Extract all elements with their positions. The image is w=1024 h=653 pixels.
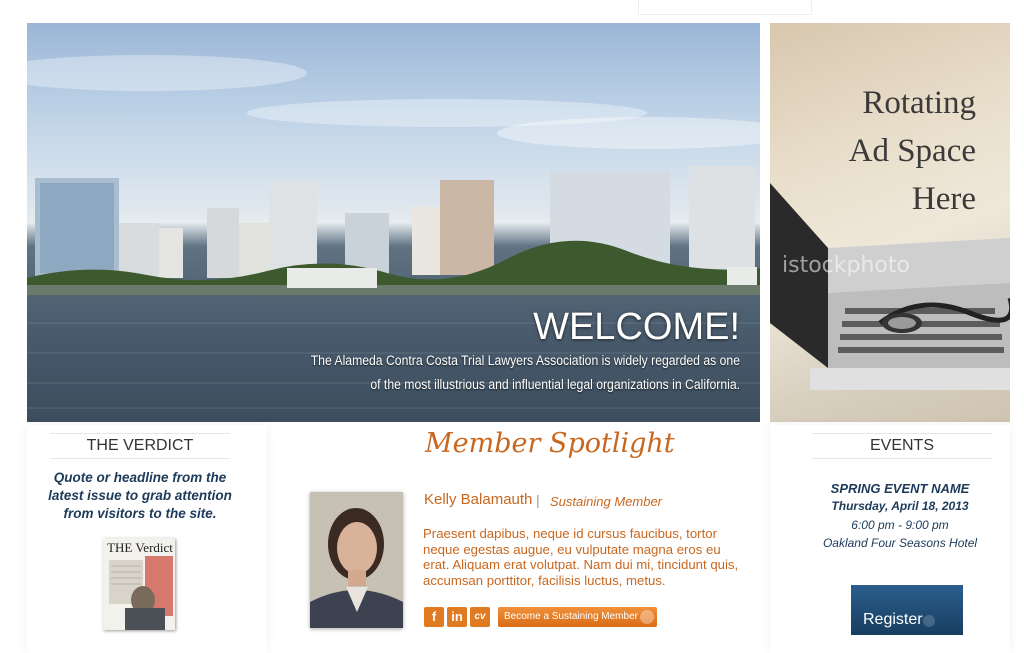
event-name[interactable]: SPRING EVENT NAME: [780, 481, 1020, 496]
become-member-label: Become a Sustaining Member: [504, 611, 638, 622]
event-date: Thursday, April 18, 2013: [831, 499, 969, 513]
verdict-title: THE VERDICT: [50, 433, 230, 459]
register-label: Register: [863, 611, 923, 628]
register-button[interactable]: Register: [851, 585, 963, 635]
events-title: EVENTS: [812, 433, 992, 459]
event-place: Oakland Four Seasons Hotel: [822, 536, 978, 550]
arrow-right-icon: [923, 615, 935, 627]
arrow-right-icon: [640, 610, 654, 624]
spotlight-title: Member Spotlight: [425, 428, 675, 459]
ad-line-3: Here: [911, 181, 976, 217]
ad-line-1: Rotating: [862, 85, 976, 121]
become-member-button[interactable]: Become a Sustaining Member: [498, 607, 657, 627]
member-photo: [310, 492, 403, 628]
member-separator: |: [536, 492, 540, 508]
member-name: Kelly Balamauth: [424, 491, 533, 508]
cv-icon[interactable]: cv: [470, 607, 490, 627]
ad-line-2: Ad Space: [848, 133, 976, 169]
verdict-cover-title: THE Verdict: [107, 540, 173, 555]
hero-banner: WELCOME! The Alameda Contra Costa Trial …: [27, 23, 760, 422]
facebook-icon[interactable]: f: [424, 607, 444, 627]
linkedin-icon[interactable]: in: [447, 607, 467, 627]
verdict-quote[interactable]: Quote or headline from the latest issue …: [38, 469, 242, 523]
verdict-cover-image[interactable]: THE Verdict: [103, 538, 175, 630]
member-role: Sustaining Member: [550, 494, 662, 509]
top-tab: [638, 0, 812, 15]
welcome-text: The Alameda Contra Costa Trial Lawyers A…: [310, 353, 740, 393]
ad-space[interactable]: istockphoto Rotating Ad Space Here: [770, 23, 1010, 422]
ad-text: Rotating Ad Space Here: [849, 79, 976, 223]
welcome-heading: WELCOME!: [533, 306, 740, 348]
ad-watermark: istockphoto: [782, 253, 910, 278]
member-bio: Praesent dapibus, neque id cursus faucib…: [423, 526, 739, 588]
event-time: 6:00 pm - 9:00 pm: [851, 518, 949, 532]
member-portrait: [310, 492, 403, 628]
